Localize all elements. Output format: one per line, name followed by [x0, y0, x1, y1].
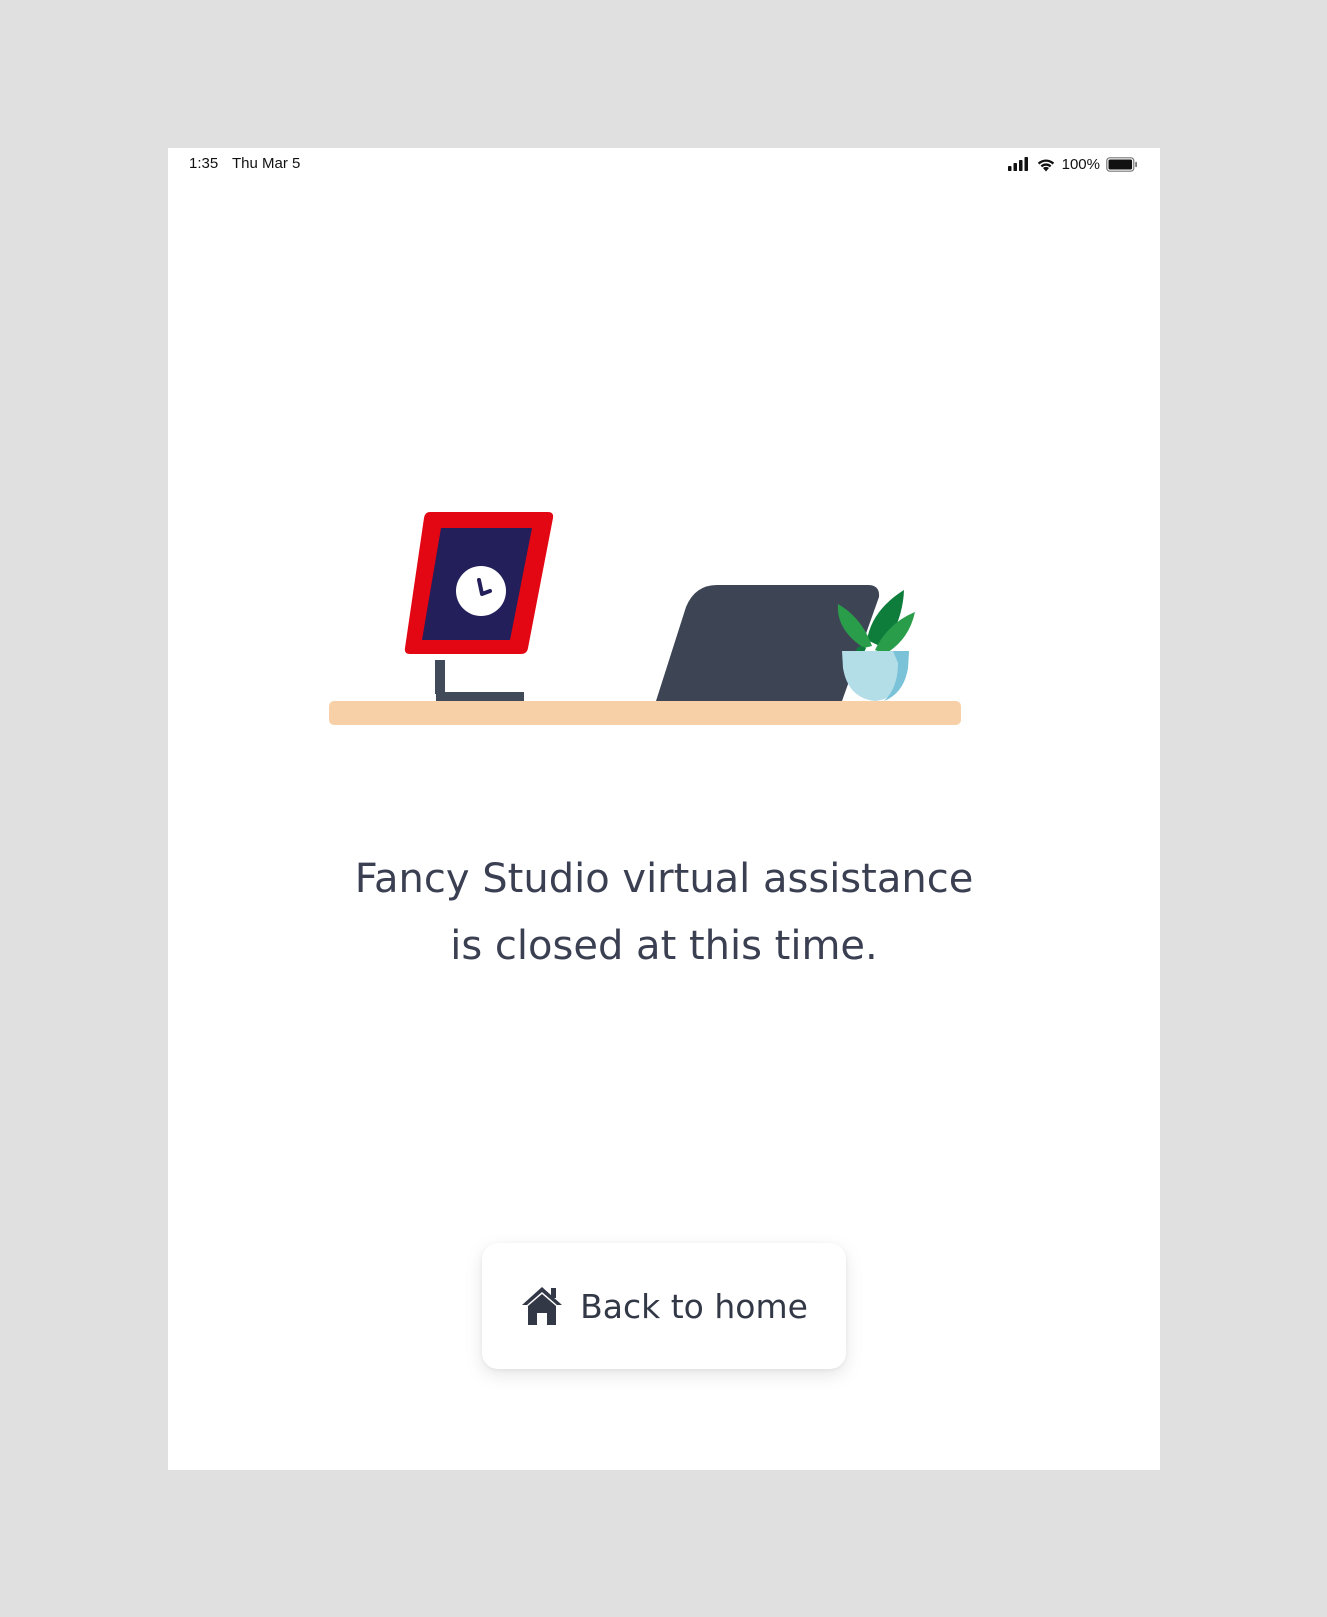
- app-screen: 1:35 Thu Mar 5 100% Fancy Studio virtual…: [168, 148, 1160, 1470]
- message-line-2: is closed at this time.: [450, 923, 878, 969]
- desk-icon: [329, 701, 961, 725]
- back-to-home-label: Back to home: [580, 1286, 808, 1326]
- message-line-1: Fancy Studio virtual assistance: [354, 856, 974, 902]
- closed-illustration: [329, 512, 961, 725]
- laptop-icon: [656, 585, 880, 701]
- closed-message: Fancy Studio virtual assistance is close…: [264, 846, 1064, 980]
- home-icon: [522, 1287, 563, 1325]
- back-to-home-button[interactable]: Back to home: [482, 1243, 846, 1369]
- kiosk-clock-icon: [404, 512, 554, 701]
